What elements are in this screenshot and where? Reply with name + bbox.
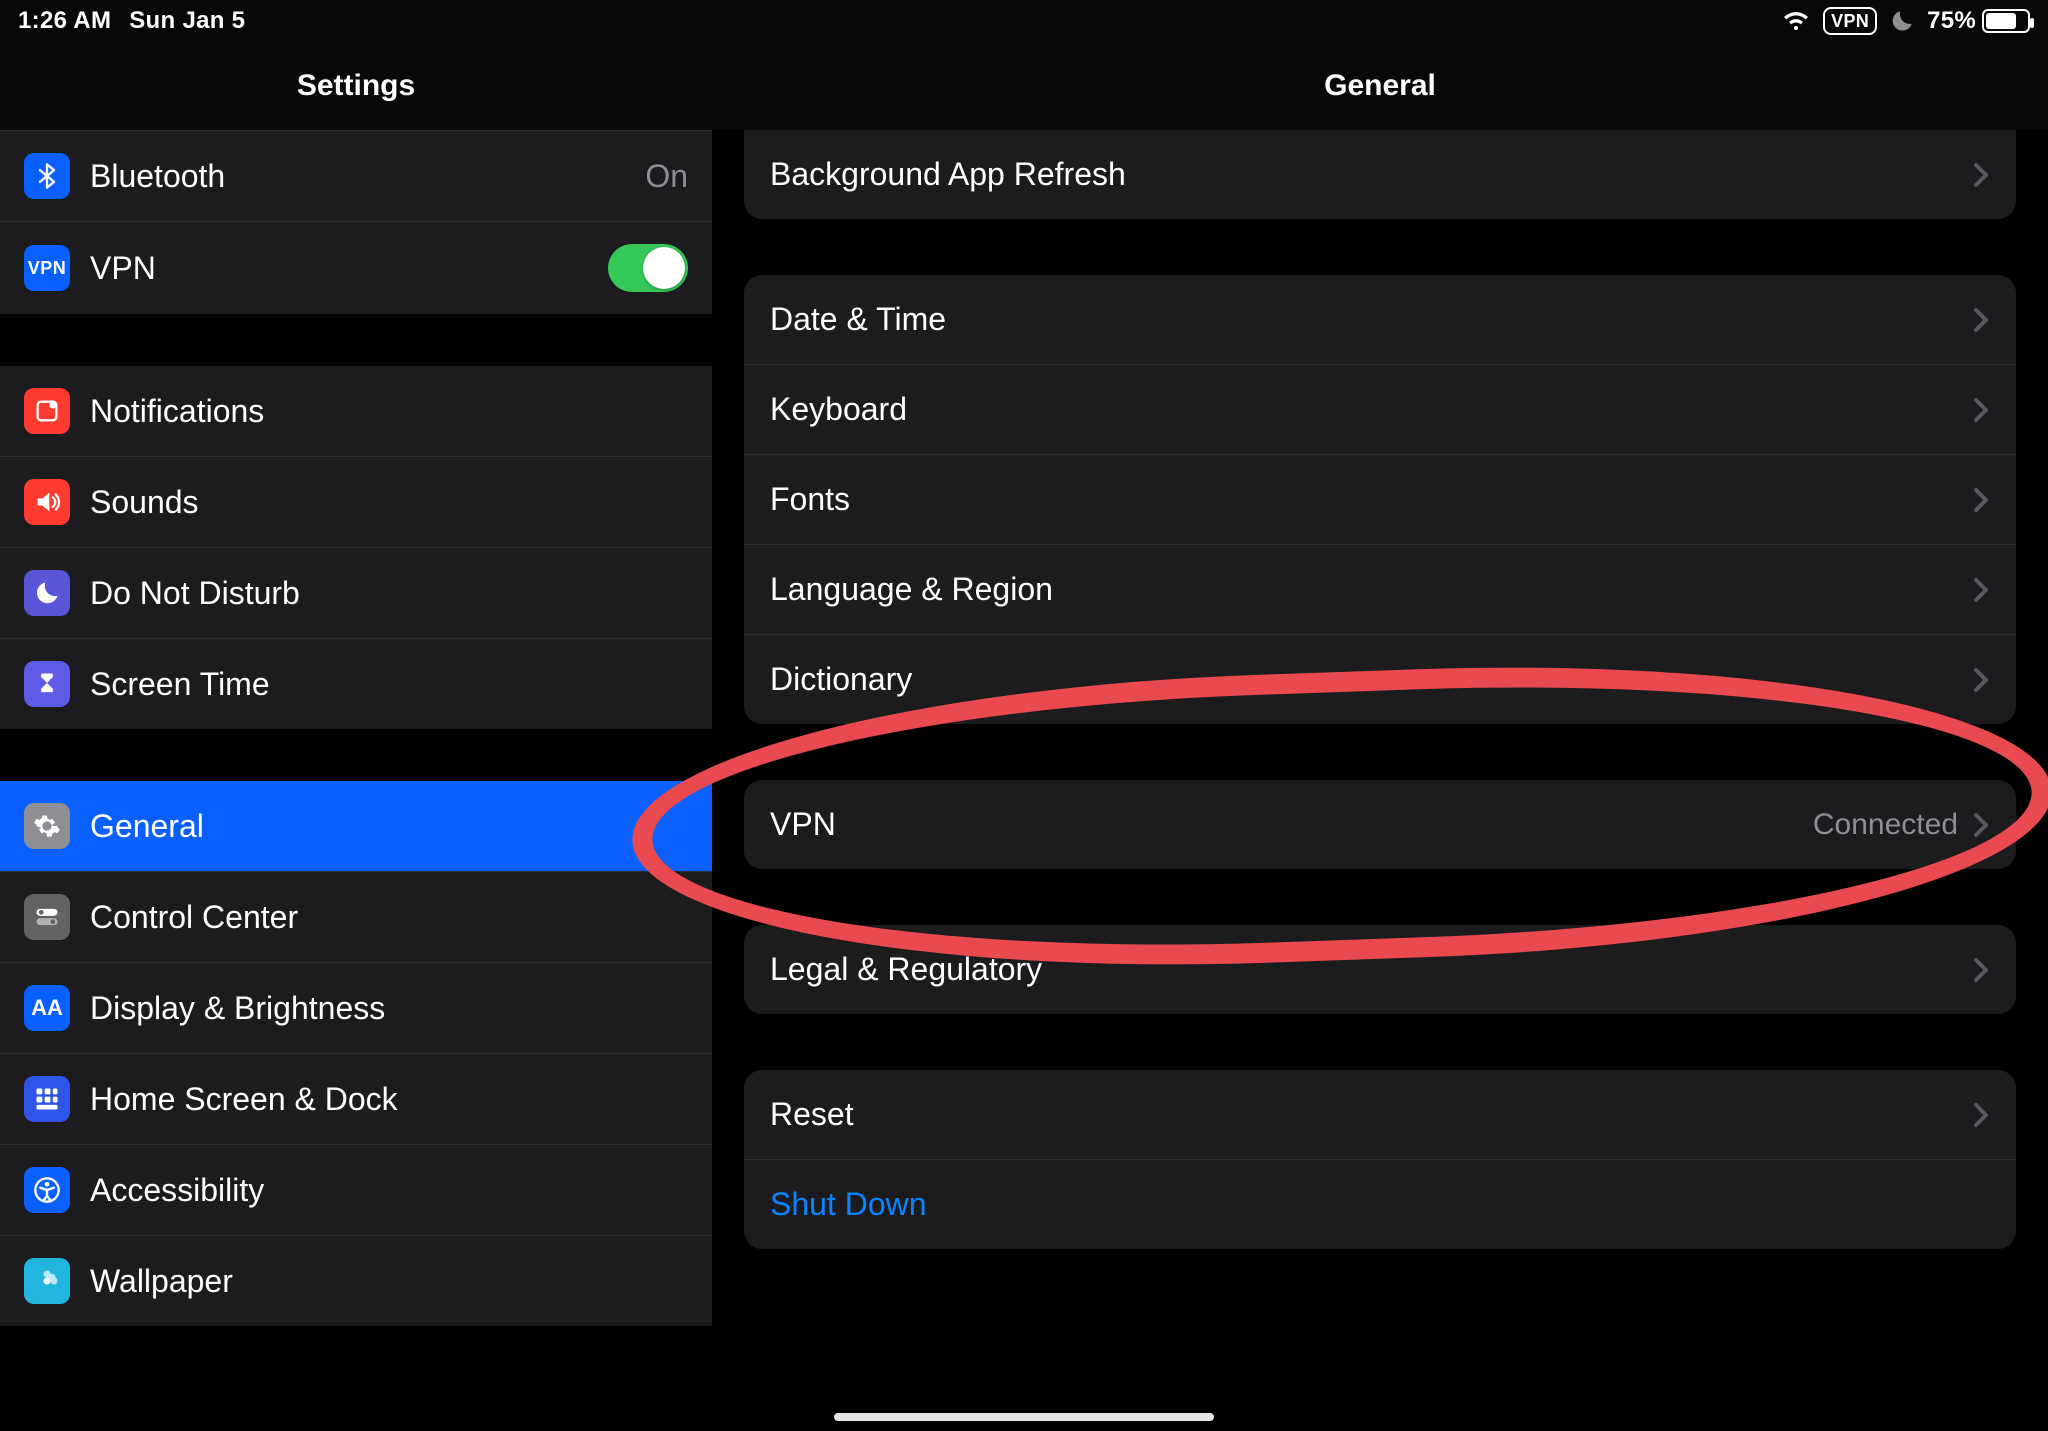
chevron-right-icon bbox=[1972, 956, 1990, 984]
wifi-icon bbox=[1781, 9, 1811, 33]
row-label: Keyboard bbox=[770, 391, 907, 428]
vpn-status-icon: VPN bbox=[1823, 7, 1877, 35]
sidebar-title: Settings bbox=[0, 42, 712, 130]
sidebar-item-label: Bluetooth bbox=[90, 158, 225, 195]
sidebar-item-label: Display & Brightness bbox=[90, 990, 385, 1027]
sidebar-item-label: VPN bbox=[90, 250, 156, 287]
row-background-app-refresh[interactable]: Background App Refresh bbox=[744, 130, 2016, 219]
vpn-icon: VPN bbox=[24, 245, 70, 291]
sidebar-item-label: Notifications bbox=[90, 393, 264, 430]
row-date-time[interactable]: Date & Time bbox=[744, 275, 2016, 364]
dnd-moon-icon bbox=[1889, 8, 1915, 34]
chevron-right-icon bbox=[1972, 1101, 1990, 1129]
row-label: Language & Region bbox=[770, 571, 1053, 608]
row-label: Reset bbox=[770, 1096, 854, 1133]
sidebar-item-controlcenter[interactable]: Control Center bbox=[0, 871, 712, 962]
sidebar-item-sounds[interactable]: Sounds bbox=[0, 456, 712, 547]
sidebar-item-label: Screen Time bbox=[90, 666, 270, 703]
sidebar-item-homescreen[interactable]: Home Screen & Dock bbox=[0, 1053, 712, 1144]
row-reset[interactable]: Reset bbox=[744, 1070, 2016, 1159]
sidebar-item-label: Home Screen & Dock bbox=[90, 1081, 398, 1118]
moon-icon bbox=[24, 570, 70, 616]
status-bar: 1:26 AM Sun Jan 5 VPN 75% bbox=[0, 0, 2048, 42]
chevron-right-icon bbox=[1972, 811, 1990, 839]
chevron-right-icon bbox=[1972, 306, 1990, 334]
chevron-right-icon bbox=[1972, 161, 1990, 189]
home-indicator bbox=[834, 1413, 1214, 1421]
sidebar-item-display[interactable]: AA Display & Brightness bbox=[0, 962, 712, 1053]
text-size-icon: AA bbox=[24, 985, 70, 1031]
chevron-right-icon bbox=[1972, 666, 1990, 694]
row-label: Dictionary bbox=[770, 661, 912, 698]
grid-icon bbox=[24, 1076, 70, 1122]
notifications-icon bbox=[24, 388, 70, 434]
bluetooth-icon bbox=[24, 153, 70, 199]
row-label: Date & Time bbox=[770, 301, 946, 338]
sidebar-item-value: On bbox=[645, 158, 688, 195]
row-label: Shut Down bbox=[770, 1186, 927, 1223]
sidebar-item-label: General bbox=[90, 808, 204, 845]
sidebar-item-accessibility[interactable]: Accessibility bbox=[0, 1144, 712, 1235]
row-value: Connected bbox=[1813, 808, 1958, 842]
switches-icon bbox=[24, 894, 70, 940]
sidebar-item-label: Control Center bbox=[90, 899, 298, 936]
status-date: Sun Jan 5 bbox=[129, 7, 245, 35]
sidebar-item-notifications[interactable]: Notifications bbox=[0, 366, 712, 456]
settings-sidebar: Settings Bluetooth On VPN VPN Notif bbox=[0, 42, 712, 1431]
status-time: 1:26 AM bbox=[18, 7, 111, 35]
accessibility-icon bbox=[24, 1167, 70, 1213]
sidebar-item-bluetooth[interactable]: Bluetooth On bbox=[0, 130, 712, 221]
row-label: Background App Refresh bbox=[770, 156, 1126, 193]
battery-percent: 75% bbox=[1927, 7, 1976, 35]
chevron-right-icon bbox=[1972, 576, 1990, 604]
sidebar-item-label: Wallpaper bbox=[90, 1263, 233, 1300]
battery-icon bbox=[1982, 9, 2030, 33]
row-legal[interactable]: Legal & Regulatory bbox=[744, 925, 2016, 1014]
vpn-toggle[interactable] bbox=[608, 244, 688, 292]
row-shutdown[interactable]: Shut Down bbox=[744, 1159, 2016, 1249]
sidebar-item-vpn[interactable]: VPN VPN bbox=[0, 221, 712, 314]
hourglass-icon bbox=[24, 661, 70, 707]
sidebar-item-dnd[interactable]: Do Not Disturb bbox=[0, 547, 712, 638]
content-title: General bbox=[712, 42, 2048, 130]
flower-icon bbox=[24, 1258, 70, 1304]
chevron-right-icon bbox=[1972, 396, 1990, 424]
sidebar-item-label: Do Not Disturb bbox=[90, 575, 300, 612]
row-label: Legal & Regulatory bbox=[770, 951, 1042, 988]
sounds-icon bbox=[24, 479, 70, 525]
sidebar-item-label: Sounds bbox=[90, 484, 199, 521]
chevron-right-icon bbox=[1972, 486, 1990, 514]
row-fonts[interactable]: Fonts bbox=[744, 454, 2016, 544]
sidebar-item-general[interactable]: General bbox=[0, 781, 712, 871]
row-dictionary[interactable]: Dictionary bbox=[744, 634, 2016, 724]
sidebar-item-label: Accessibility bbox=[90, 1172, 264, 1209]
gear-icon bbox=[24, 803, 70, 849]
sidebar-item-wallpaper[interactable]: Wallpaper bbox=[0, 1235, 712, 1326]
row-language-region[interactable]: Language & Region bbox=[744, 544, 2016, 634]
row-keyboard[interactable]: Keyboard bbox=[744, 364, 2016, 454]
sidebar-item-screentime[interactable]: Screen Time bbox=[0, 638, 712, 729]
row-label: VPN bbox=[770, 806, 836, 843]
general-content: General Background App Refresh Date & Ti… bbox=[712, 42, 2048, 1431]
row-label: Fonts bbox=[770, 481, 850, 518]
row-vpn[interactable]: VPN Connected bbox=[744, 780, 2016, 869]
